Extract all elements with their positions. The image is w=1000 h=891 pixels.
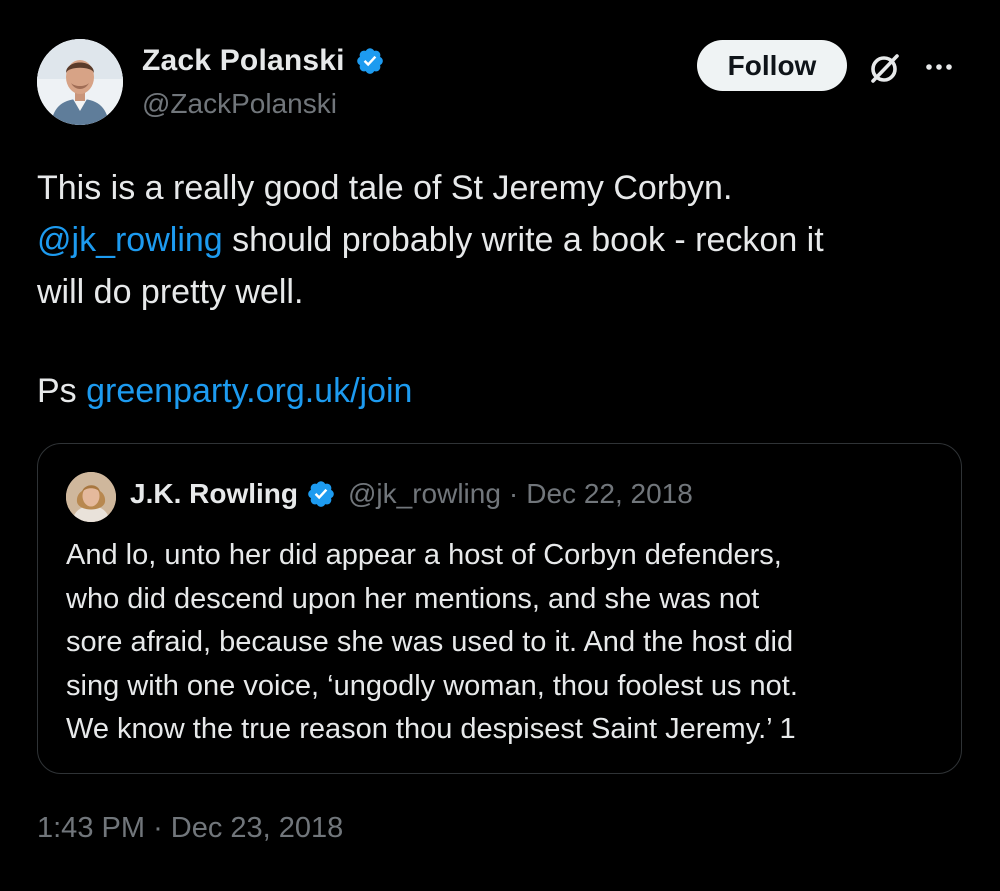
quoted-author-name[interactable]: J.K. Rowling — [130, 478, 298, 510]
tweet-ps: Ps greenparty.org.uk/join — [37, 365, 412, 417]
author-avatar[interactable] — [37, 39, 123, 125]
author-name-row: Zack Polanski — [142, 44, 385, 78]
join-link[interactable]: greenparty.org.uk/join — [86, 372, 412, 410]
quoted-line: sore afraid, because she was used to it.… — [66, 626, 794, 658]
author-name[interactable]: Zack Polanski — [142, 44, 345, 78]
tweet-timestamp[interactable]: 1:43 PM · Dec 23, 2018 — [37, 812, 343, 845]
quoted-line: sing with one voice, ‘ungodly woman, tho… — [66, 669, 798, 702]
tweet-line: This is a really good tale of St Jeremy … — [37, 169, 733, 207]
meta-separator: · — [508, 478, 519, 509]
grok-icon[interactable] — [864, 48, 904, 88]
tweet-line: will do pretty well. — [37, 273, 304, 311]
mention-link[interactable]: @jk_rowling — [37, 221, 223, 259]
verified-badge-icon[interactable] — [355, 46, 385, 76]
quoted-tweet-header: J.K. Rowling @jk_rowling · Dec 22, 2018 — [130, 478, 693, 510]
quoted-line: And lo, unto her did appear a host of Co… — [66, 539, 782, 571]
quoted-tweet-text: And lo, unto her did appear a host of Co… — [66, 534, 946, 752]
quoted-author-handle[interactable]: @jk_rowling — [348, 478, 501, 510]
follow-button[interactable]: Follow — [697, 40, 847, 91]
tweet-line: @jk_rowling should probably write a book… — [37, 214, 937, 266]
quoted-author-avatar[interactable] — [66, 472, 116, 522]
timestamp-date: Dec 23, 2018 — [170, 812, 344, 844]
author-handle[interactable]: @ZackPolanski — [142, 88, 337, 120]
quoted-tweet-date: Dec 22, 2018 — [526, 478, 693, 509]
quoted-line: We know the true reason thou despisest S… — [66, 713, 796, 745]
timestamp-separator: · — [153, 812, 163, 844]
quoted-line: who did descend upon her mentions, and s… — [66, 582, 760, 615]
tweet-text: This is a really good tale of St Jeremy … — [37, 162, 937, 318]
timestamp-time: 1:43 PM — [37, 812, 145, 844]
tweet: Zack Polanski @ZackPolanski Follow This … — [0, 0, 1000, 891]
tweet-line-text: should probably write a book - reckon it — [222, 221, 824, 259]
ps-prefix: Ps — [37, 372, 87, 410]
verified-badge-icon — [306, 479, 336, 509]
more-options-icon[interactable] — [919, 52, 959, 82]
quoted-tweet-card[interactable]: J.K. Rowling @jk_rowling · Dec 22, 2018 … — [37, 443, 962, 774]
